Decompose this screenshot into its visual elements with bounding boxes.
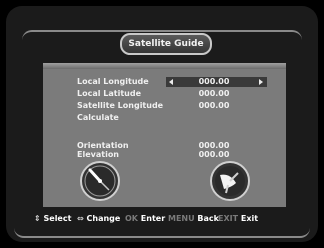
satellite-dish-icon [210,161,250,201]
local-longitude-label[interactable]: Local Longitude [77,77,149,87]
satellite-longitude-label[interactable]: Satellite Longitude [77,101,163,111]
elevation-label: Elevation [77,150,120,159]
left-arrow-icon[interactable] [169,79,173,85]
compass-icon [80,161,120,201]
right-arrow-icon[interactable] [259,79,263,85]
local-latitude-value[interactable]: 000.00 [184,89,244,99]
satellite-longitude-value[interactable]: 000.00 [184,101,244,111]
footer-change: ⇔ Change [77,214,121,223]
footer-frame [14,228,310,238]
local-latitude-label[interactable]: Local Latitude [77,89,141,99]
footer-exit: EXIT Exit [218,214,259,223]
updown-arrow-icon: ⇕ [34,214,41,223]
local-longitude-value[interactable]: 000.00 [184,77,244,87]
footer-select: ⇕ Select [34,214,72,223]
calculate-button[interactable]: Calculate [77,113,119,123]
footer-enter: OK Enter [125,214,166,223]
elevation-value: 000.00 [198,150,230,159]
footer-back: MENU Back [168,214,219,223]
page-title: Satellite Guide [120,33,212,55]
leftright-arrow-icon: ⇔ [77,214,84,223]
